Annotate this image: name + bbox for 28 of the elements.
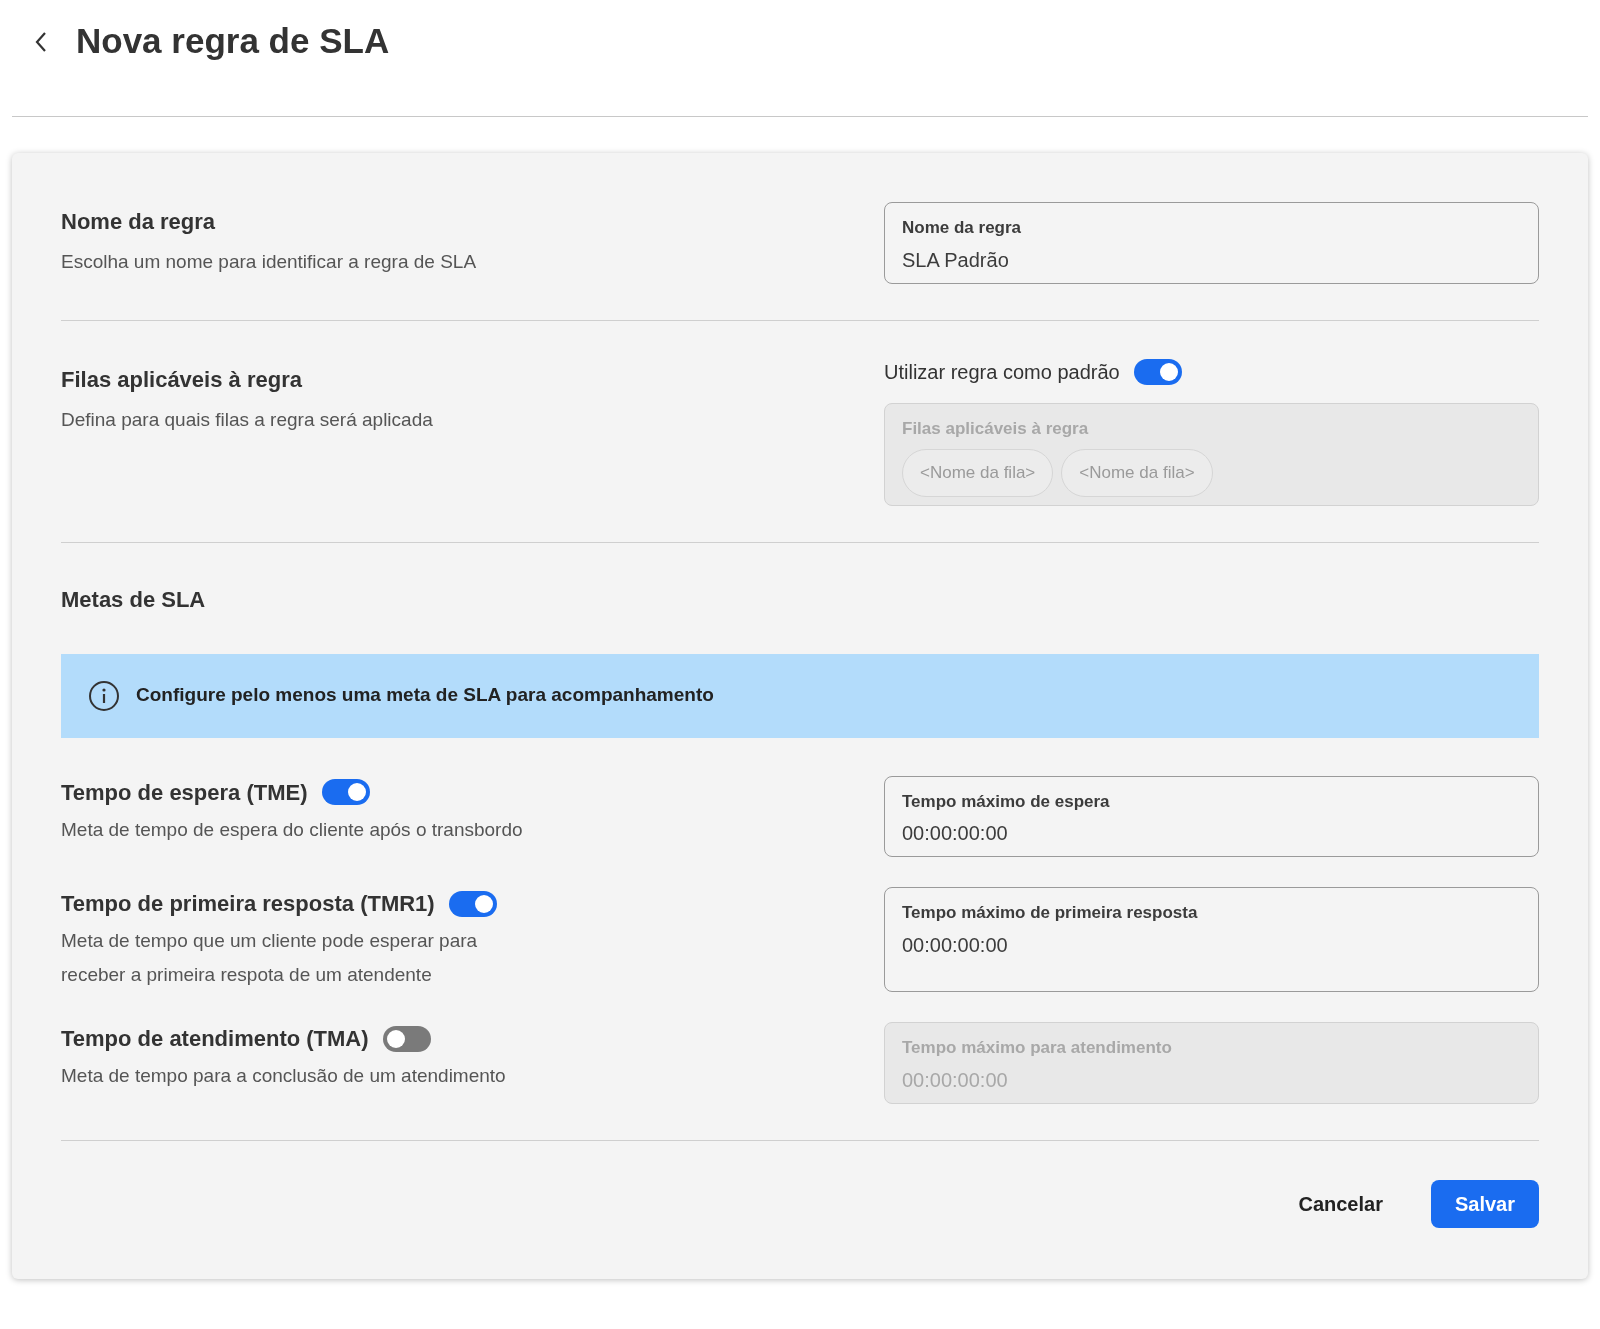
info-text: Configure pelo menos uma meta de SLA para acompanhamento xyxy=(136,683,714,708)
section-description: Defina para quais filas a regra será aplicada xyxy=(61,407,433,432)
goal-title: Tempo de atendimento (TMA) xyxy=(61,1025,369,1053)
save-button[interactable]: Salvar xyxy=(1430,1179,1539,1228)
field-value: 00:00:00:00 xyxy=(902,1067,1009,1093)
field-value: SLA Padrão xyxy=(902,247,1010,273)
input-field[interactable]: Tempo máximo de primeira resposta 00:00:00:00 xyxy=(884,887,1539,992)
section-title: Nome da regra xyxy=(61,208,217,236)
page-title: Nova regra de SLA xyxy=(76,20,390,63)
section-title: Metas de SLA xyxy=(61,585,207,614)
input-field[interactable]: Tempo máximo de espera 00:00:00:00 xyxy=(884,775,1539,857)
field-label: Tempo máximo de espera xyxy=(902,790,1111,813)
field-label: Filas aplicáveis à regra xyxy=(902,417,1090,440)
goal-title: Tempo de espera (TME) xyxy=(61,778,308,807)
input-field[interactable]: Nome da regra SLA Padrão xyxy=(884,202,1539,284)
field-value: 00:00:00:00 xyxy=(902,932,1009,958)
field-value: 00:00:00:00 xyxy=(902,821,1009,846)
field-label: Tempo máximo para atendimento xyxy=(902,1037,1173,1059)
field-label: Tempo máximo de primeira resposta xyxy=(902,902,1199,924)
goal-description: Meta de tempo de espera do cliente após o transbordo xyxy=(61,817,524,842)
goal-description: Meta de tempo para a conclusão de um atendimento xyxy=(61,1064,507,1088)
section-title: Filas aplicáveis à regra xyxy=(61,365,303,394)
toggle-label: Utilizar regra como padrão xyxy=(884,359,1120,385)
goal-description: Meta de tempo que um cliente pode esperar para receber a primeira respota de um atendente xyxy=(61,929,479,987)
section-description: Escolha um nome para identificar a regra de SLA xyxy=(61,250,477,274)
goal-title: Tempo de primeira resposta (TMR1) xyxy=(61,890,435,918)
field-label: Nome da regra xyxy=(902,217,1023,239)
cancel-button[interactable]: Cancelar xyxy=(1280,1176,1401,1231)
